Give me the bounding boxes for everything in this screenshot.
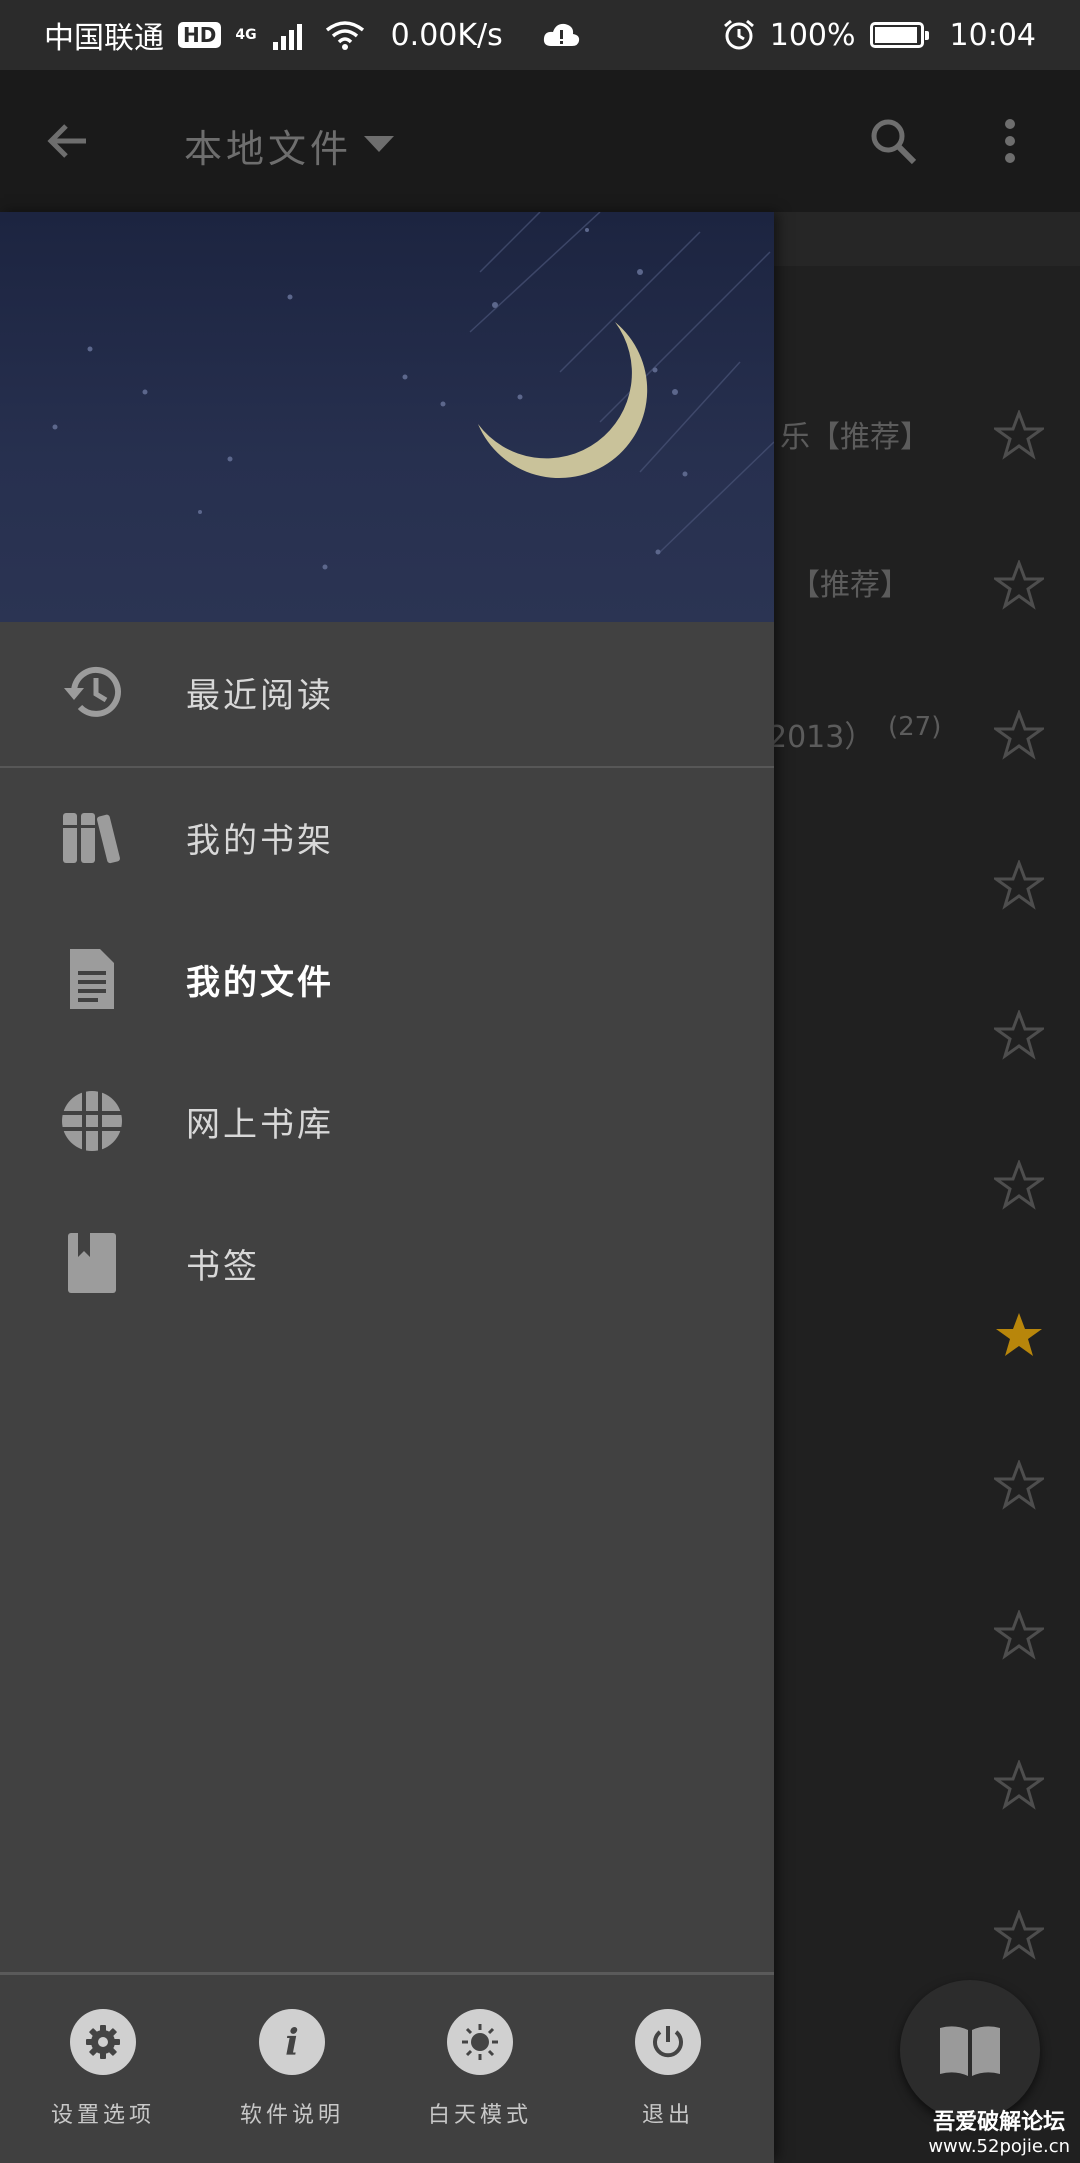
open-book-icon: [940, 2026, 1000, 2076]
back-arrow-icon[interactable]: [44, 118, 90, 164]
drawer-header-night-scene: [0, 212, 774, 622]
list-item-title: 2013）: [768, 720, 875, 755]
star-icon[interactable]: [994, 1010, 1044, 1060]
more-vert-icon[interactable]: [1000, 116, 1020, 166]
settings-button[interactable]: 设置选项: [28, 2009, 178, 2129]
reader-fab[interactable]: [900, 1980, 1040, 2120]
watermark-line1: 吾爱破解论坛: [933, 2110, 1066, 2135]
list-item-title: 【推荐】: [790, 568, 910, 603]
menu-label: 我的书架: [186, 820, 334, 861]
star-icon[interactable]: [994, 1460, 1044, 1510]
star-icon[interactable]: [994, 1760, 1044, 1810]
menu-label: 网上书库: [186, 1104, 334, 1145]
battery-percent: 100%: [769, 17, 856, 53]
battery-icon: [869, 22, 929, 48]
toolbar-title[interactable]: 本地文件: [184, 118, 352, 173]
alarm-icon: [723, 19, 754, 50]
books-icon: [63, 813, 120, 864]
app-toolbar: 本地文件: [0, 70, 1080, 212]
footer-label: 软件说明: [239, 2103, 344, 2128]
carrier-name: 中国联通: [44, 21, 164, 56]
sun-icon: [462, 2024, 498, 2060]
watermark: 吾爱破解论坛 www.52pojie.cn: [928, 2104, 1070, 2157]
help-button[interactable]: i 软件说明: [217, 2009, 367, 2129]
clock: 10:04: [949, 17, 1036, 53]
menu-item-my-files[interactable]: 我的文件: [0, 909, 774, 1049]
hd-badge: HD: [178, 22, 222, 48]
signal-icon: [272, 24, 302, 50]
svg-text:i: i: [285, 2022, 299, 2062]
star-icon[interactable]: [994, 710, 1044, 760]
footer-label: 设置选项: [50, 2103, 155, 2128]
gear-icon: [86, 2025, 120, 2059]
menu-label: 我的文件: [186, 962, 334, 1003]
network-type: 4G: [235, 27, 257, 43]
footer-label: 退出: [641, 2103, 694, 2128]
exit-button[interactable]: 退出: [593, 2009, 743, 2129]
footer-label: 白天模式: [427, 2103, 532, 2128]
watermark-line2: www.52pojie.cn: [928, 2136, 1070, 2157]
network-speed: 0.00K/s: [390, 17, 503, 53]
day-mode-button[interactable]: 白天模式: [405, 2009, 555, 2129]
status-bar: 中国联通 HD 4G 0.00K/s 100% 10:04: [0, 0, 1080, 70]
history-icon: [64, 666, 121, 717]
menu-item-bookmarks[interactable]: 书签: [0, 1193, 774, 1333]
star-icon[interactable]: [994, 860, 1044, 910]
bookmark-icon: [68, 1233, 116, 1293]
menu-item-my-bookshelf[interactable]: 我的书架: [0, 767, 774, 907]
night-sky-illustration: [52, 212, 774, 570]
dropdown-triangle-icon[interactable]: [364, 136, 394, 152]
menu-item-online-library[interactable]: 网上书库: [0, 1051, 774, 1191]
star-icon[interactable]: [994, 410, 1044, 460]
menu-item-recent-reading[interactable]: 最近阅读: [0, 622, 774, 762]
star-icon[interactable]: [994, 1910, 1044, 1960]
menu-label: 最近阅读: [186, 675, 334, 716]
cloud-alert-icon: [543, 23, 579, 46]
globe-icon: [62, 1091, 122, 1151]
star-icon[interactable]: [994, 1160, 1044, 1210]
navigation-drawer: 最近阅读 我的书架 我的文件 网上书库 书签 设置选项 i 软件说明 白天模式 …: [0, 212, 774, 2163]
menu-label: 书签: [186, 1246, 260, 1287]
info-icon: i: [285, 2022, 299, 2062]
list-item-count: (27): [888, 712, 942, 742]
search-icon[interactable]: [868, 116, 918, 166]
wifi-icon: [325, 21, 364, 50]
star-icon[interactable]: [994, 1610, 1044, 1660]
star-icon[interactable]: [994, 1310, 1044, 1360]
star-icon[interactable]: [994, 560, 1044, 610]
list-item-title: 乐【推荐】: [780, 420, 930, 455]
power-icon: [653, 2026, 683, 2058]
drawer-footer: 设置选项 i 软件说明 白天模式 退出: [0, 1972, 774, 2163]
file-icon: [70, 949, 114, 1009]
